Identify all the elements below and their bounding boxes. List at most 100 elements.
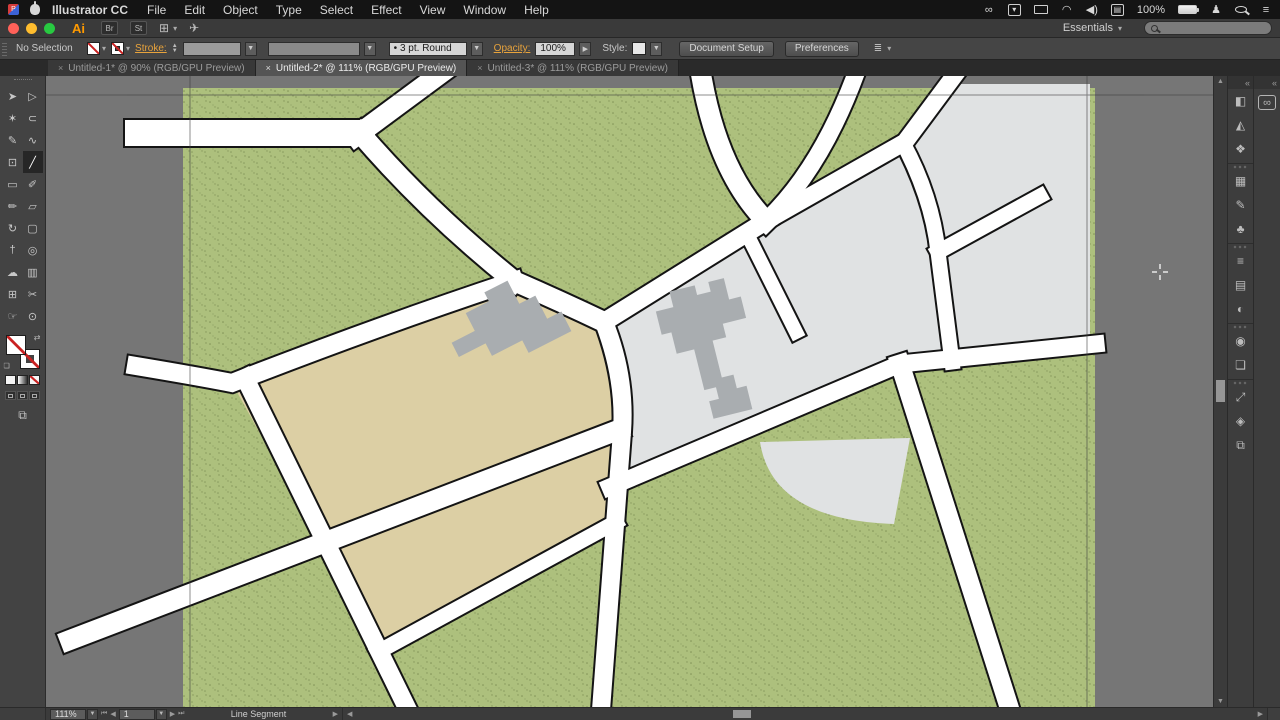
tool-column-graph[interactable]: ▥ bbox=[23, 261, 43, 283]
artboard-number-field[interactable]: 1 bbox=[118, 708, 155, 720]
tool-type[interactable]: ⊡ bbox=[3, 151, 23, 173]
menu-window[interactable]: Window bbox=[454, 3, 515, 17]
workspace-switcher[interactable]: Essentials ▾ bbox=[1063, 22, 1122, 34]
stroke-weight-stepper[interactable]: ▲ ▼ bbox=[172, 43, 178, 54]
style-caret-icon[interactable]: ▼ bbox=[650, 41, 663, 56]
fill-swatch[interactable] bbox=[87, 42, 100, 55]
tool-pencil[interactable]: ✏ bbox=[3, 195, 23, 217]
document-setup-button[interactable]: Document Setup bbox=[679, 40, 774, 57]
horizontal-scrollbar[interactable]: ◀ ▶ bbox=[342, 708, 1267, 720]
gpu-performance-icon[interactable]: ✈ bbox=[189, 21, 199, 35]
tab-untitled-3[interactable]: × Untitled-3* @ 111% (RGB/GPU Preview) bbox=[467, 60, 679, 76]
tool-eyedropper[interactable]: † bbox=[3, 239, 23, 261]
vertical-scrollbar[interactable]: ▲ ▼ bbox=[1213, 76, 1227, 707]
stroke-panel-icon[interactable]: ≡ bbox=[1228, 249, 1253, 273]
brush-caret-icon[interactable]: ▼ bbox=[470, 41, 483, 56]
artboards-panel-icon[interactable]: ⧉ bbox=[1228, 433, 1253, 457]
fill-stroke-cluster[interactable]: ⇄ ❏ bbox=[4, 333, 41, 370]
none-button[interactable] bbox=[29, 375, 40, 385]
app-badge-icon[interactable]: P bbox=[8, 4, 19, 15]
panel-options-icon[interactable]: ≣ bbox=[874, 43, 882, 54]
vertical-scroll-thumb[interactable] bbox=[1216, 380, 1225, 402]
appearance-panel-icon[interactable]: ◉ bbox=[1228, 329, 1253, 353]
tool-slice[interactable]: ✂ bbox=[23, 283, 43, 305]
gradient-panel-icon[interactable]: ▤ bbox=[1228, 273, 1253, 297]
stroke-caret-icon[interactable]: ▾ bbox=[126, 44, 130, 53]
graphic-styles-panel-icon[interactable]: ❏ bbox=[1228, 353, 1253, 377]
stroke-swatch-control[interactable]: ▾ bbox=[111, 42, 130, 55]
default-fill-stroke-icon[interactable]: ❏ bbox=[4, 362, 10, 370]
screen-mode-button[interactable]: ⧉ bbox=[18, 408, 27, 423]
creative-cloud-icon[interactable]: ∞ bbox=[983, 4, 995, 16]
tool-paintbrush[interactable]: ✐ bbox=[23, 173, 43, 195]
menu-effect[interactable]: Effect bbox=[362, 3, 410, 17]
scroll-left-icon[interactable]: ◀ bbox=[347, 710, 352, 718]
tool-line-segment[interactable]: ╱ bbox=[22, 151, 43, 173]
tool-selection[interactable]: ➤ bbox=[3, 85, 23, 107]
close-tab-icon[interactable]: × bbox=[58, 63, 63, 73]
next-artboard-icon[interactable]: ▶ bbox=[170, 710, 175, 718]
arrange-documents-icon[interactable]: ⊞ bbox=[159, 21, 169, 35]
menu-type[interactable]: Type bbox=[267, 3, 311, 17]
tool-rotate[interactable]: ↻ bbox=[3, 217, 23, 239]
zoom-caret-icon[interactable]: ▼ bbox=[87, 708, 98, 720]
tool-pen[interactable]: ✎ bbox=[3, 129, 23, 151]
tool-rectangle[interactable]: ▭ bbox=[3, 173, 23, 195]
brush-definition-field[interactable]: • 3 pt. Round bbox=[388, 41, 467, 56]
volume-icon[interactable]: ◀) bbox=[1086, 3, 1098, 16]
tool-curvature[interactable]: ∿ bbox=[23, 129, 43, 151]
opacity-caret-icon[interactable]: ▶ bbox=[579, 41, 592, 56]
collapse-dock-icon[interactable]: « bbox=[1228, 76, 1253, 89]
menu-object[interactable]: Object bbox=[214, 3, 267, 17]
canvas-area[interactable] bbox=[46, 76, 1213, 707]
search-input[interactable] bbox=[1144, 21, 1272, 35]
battery-icon[interactable] bbox=[1178, 5, 1199, 14]
menu-file[interactable]: File bbox=[138, 3, 175, 17]
panel-options-caret-icon[interactable]: ▾ bbox=[887, 44, 891, 53]
stroke-swatch[interactable] bbox=[111, 42, 125, 55]
gradient-button[interactable] bbox=[17, 375, 28, 385]
opacity-link[interactable]: Opacity: bbox=[494, 43, 531, 54]
input-source-icon[interactable]: ▤ bbox=[1110, 3, 1124, 16]
minimize-window-button[interactable] bbox=[26, 22, 37, 34]
tool-blend[interactable]: ◎ bbox=[23, 239, 43, 261]
preferences-button[interactable]: Preferences bbox=[784, 40, 859, 57]
draw-normal-button[interactable] bbox=[5, 391, 16, 400]
color-panel-icon[interactable]: ◧ bbox=[1228, 89, 1253, 113]
stock-button[interactable]: St bbox=[130, 21, 147, 35]
swatches-panel-icon[interactable]: ▦ bbox=[1228, 169, 1253, 193]
fill-swatch-control[interactable]: ▾ bbox=[87, 42, 106, 55]
box-sync-icon[interactable]: ▾ bbox=[1007, 3, 1021, 16]
width-profile-caret-icon[interactable]: ▼ bbox=[363, 41, 376, 56]
user-icon[interactable]: ♟ bbox=[1210, 3, 1222, 16]
prev-artboard-icon[interactable]: ◀ bbox=[110, 710, 115, 718]
tool-zoom[interactable]: ⊙ bbox=[23, 305, 43, 327]
creative-cloud-libraries-icon[interactable]: ∞ bbox=[1258, 95, 1276, 110]
color-guide-panel-icon[interactable]: ◭ bbox=[1228, 113, 1253, 137]
last-artboard-icon[interactable]: ⏭ bbox=[178, 710, 184, 718]
opacity-field[interactable]: 100% bbox=[535, 41, 576, 56]
control-bar-grip[interactable] bbox=[2, 40, 7, 57]
zoom-level-field[interactable]: 111% bbox=[50, 708, 86, 720]
wifi-icon[interactable]: ◠ bbox=[1061, 3, 1073, 16]
symbols-panel-icon[interactable]: ♣ bbox=[1228, 217, 1253, 241]
menu-edit[interactable]: Edit bbox=[175, 3, 214, 17]
tools-panel-grip[interactable] bbox=[13, 79, 32, 82]
recolor-artwork-panel-icon[interactable]: ❖ bbox=[1228, 137, 1253, 161]
scroll-right-icon[interactable]: ▶ bbox=[1258, 710, 1263, 718]
scroll-down-icon[interactable]: ▼ bbox=[1217, 698, 1224, 705]
width-profile-field[interactable] bbox=[267, 41, 360, 56]
tool-artboard[interactable]: ⊞ bbox=[3, 283, 23, 305]
scroll-up-icon[interactable]: ▲ bbox=[1217, 78, 1224, 85]
tool-lasso[interactable]: ⊂ bbox=[23, 107, 43, 129]
draw-behind-button[interactable] bbox=[17, 391, 28, 400]
arrange-documents-caret-icon[interactable]: ▾ bbox=[173, 24, 177, 33]
horizontal-scroll-thumb[interactable] bbox=[733, 710, 751, 718]
color-button[interactable] bbox=[5, 375, 16, 385]
zoom-window-button[interactable] bbox=[44, 22, 55, 34]
menu-select[interactable]: Select bbox=[311, 3, 362, 17]
tab-untitled-2[interactable]: × Untitled-2* @ 111% (RGB/GPU Preview) bbox=[255, 60, 468, 76]
stroke-weight-field[interactable] bbox=[182, 41, 241, 56]
close-tab-icon[interactable]: × bbox=[477, 63, 482, 73]
close-window-button[interactable] bbox=[8, 22, 19, 34]
